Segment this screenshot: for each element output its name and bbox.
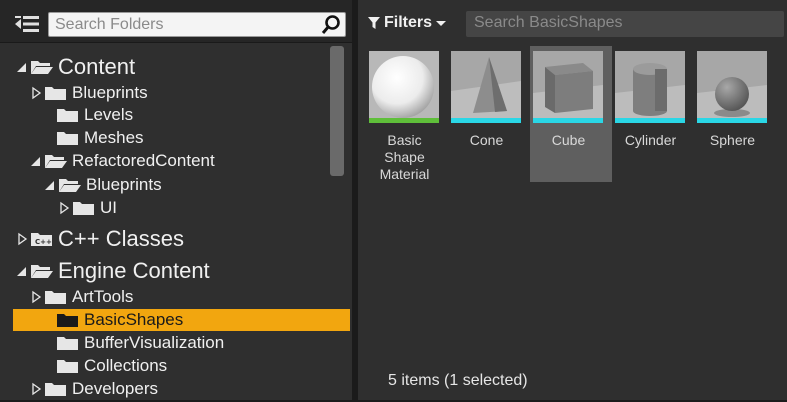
filter-icon (368, 17, 380, 29)
asset-count-status: 5 items (1 selected) (388, 372, 528, 389)
asset-type-strip (533, 118, 603, 123)
filters-button[interactable]: Filters (368, 10, 447, 36)
folder-icon (56, 130, 80, 146)
asset-name: Basic Shape Material (379, 132, 430, 182)
folder-tree-item[interactable]: C++ C++ Classes (16, 226, 184, 251)
folder-icon (56, 335, 80, 351)
folder-tree-item-label: Developers (72, 379, 158, 398)
folder-tree-item[interactable]: Content (16, 54, 136, 79)
filters-label: Filters (384, 14, 433, 31)
folders-toolbar (0, 0, 352, 43)
sphere-icon (697, 51, 767, 123)
asset-tile-cylinder[interactable]: Cylinder (612, 46, 694, 182)
folder-tree-item-label: Collections (84, 356, 168, 375)
cone-icon (451, 51, 521, 123)
asset-tile-sphere[interactable]: Sphere (694, 46, 776, 182)
asset-type-strip (369, 118, 439, 123)
asset-name: Cube (551, 132, 586, 148)
folder-tree-item-label: Meshes (84, 128, 144, 147)
folder-open-icon (44, 153, 68, 169)
folder-icon (44, 289, 68, 305)
expanded-arrow-icon[interactable] (16, 264, 28, 278)
asset-name: Sphere (709, 132, 756, 148)
folder-tree-item[interactable]: RefactoredContent (30, 150, 215, 172)
folder-tree-item[interactable]: UI (58, 197, 117, 219)
expanded-arrow-icon[interactable] (16, 60, 28, 74)
cube-icon (533, 51, 603, 123)
asset-tile-cube[interactable]: Cube (530, 46, 612, 182)
collapsed-arrow-icon[interactable] (30, 382, 42, 396)
folder-icon (56, 312, 80, 328)
asset-name: Cylinder (624, 132, 677, 148)
folder-tree-item-label: Engine Content (58, 258, 210, 283)
expanded-arrow-icon[interactable] (30, 154, 42, 168)
search-folders-field[interactable] (48, 12, 346, 37)
assets-toolbar: Filters (358, 0, 787, 42)
asset-type-strip (697, 118, 767, 123)
folder-tree-item[interactable]: BufferVisualization (42, 332, 224, 354)
folders-panel: Content Blueprints Levels Meshes RefactoredC… (0, 0, 352, 400)
sources-collapse-button[interactable] (12, 12, 42, 36)
cylinder-icon (615, 51, 685, 123)
collapsed-arrow-icon[interactable] (58, 201, 70, 215)
svg-text:C++: C++ (35, 238, 52, 246)
folder-icon (44, 85, 68, 101)
folder-tree-item-label: Blueprints (72, 83, 148, 102)
cpp-folder-icon: C++ (30, 231, 54, 247)
asset-tile-basic-shape-material[interactable]: Basic Shape Material (366, 46, 448, 182)
folder-tree-item[interactable]: BasicShapes (13, 309, 350, 331)
dropdown-arrow-icon (436, 21, 447, 26)
folder-tree-item[interactable]: Levels (42, 104, 133, 126)
folder-icon (56, 358, 80, 374)
collapsed-arrow-icon[interactable] (30, 86, 42, 100)
folder-tree-item-label: Blueprints (86, 175, 162, 194)
folder-tree-item-label: Content (58, 54, 136, 79)
search-assets-field[interactable] (466, 11, 784, 37)
folder-tree-item-label: C++ Classes (58, 226, 184, 251)
folder-tree-item-label: UI (100, 198, 117, 217)
asset-type-strip (615, 118, 685, 123)
search-assets-input[interactable] (474, 14, 774, 32)
folder-tree-scrollbar[interactable] (330, 46, 344, 176)
folder-open-icon (30, 59, 54, 75)
folder-tree-item[interactable]: Developers (30, 378, 158, 400)
sphere-material-icon (369, 51, 439, 123)
asset-tile-cone[interactable]: Cone (448, 46, 530, 182)
collapsed-arrow-icon[interactable] (30, 290, 42, 304)
collapse-panel-icon (15, 16, 39, 32)
expanded-arrow-icon[interactable] (44, 178, 56, 192)
folder-tree-item[interactable]: Blueprints (30, 82, 148, 104)
folder-tree-item-label: BufferVisualization (84, 333, 225, 352)
folder-tree-item[interactable]: Meshes (42, 127, 144, 149)
folder-tree-item-label: Levels (84, 105, 134, 124)
folder-icon (72, 200, 96, 216)
asset-name: Cone (469, 132, 504, 148)
folder-tree-item-label: ArtTools (72, 287, 134, 306)
folder-tree-item[interactable]: Engine Content (16, 258, 210, 283)
assets-panel: Filters Search BasicShapes Basic Shape M… (358, 0, 787, 400)
folder-tree-item[interactable]: Blueprints (44, 174, 162, 196)
folder-open-icon (58, 177, 82, 193)
folder-open-icon (30, 263, 54, 279)
folder-icon (44, 381, 68, 397)
folder-tree-item-label: RefactoredContent (72, 151, 215, 170)
folder-tree-item[interactable]: Collections (42, 355, 167, 377)
search-icon[interactable] (320, 14, 342, 36)
collapsed-arrow-icon[interactable] (16, 232, 28, 246)
folder-tree-item[interactable]: ArtTools (30, 286, 133, 308)
folder-icon (56, 107, 80, 123)
folder-tree-item-label: BasicShapes (84, 310, 184, 329)
search-folders-input[interactable] (55, 15, 315, 35)
asset-type-strip (451, 118, 521, 123)
